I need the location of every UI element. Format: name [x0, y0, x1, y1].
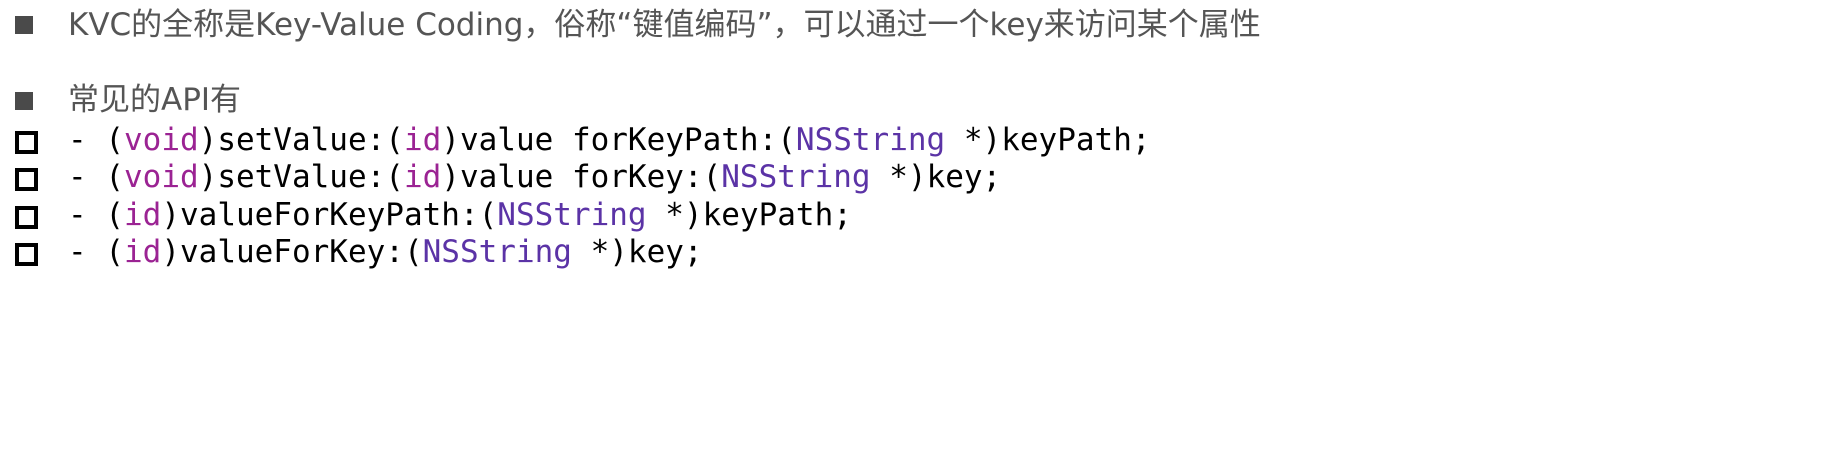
- intro-text: KVC的全称是Key-Value Coding，俗称“键值编码”，可以通过一个k…: [68, 7, 1261, 43]
- code-method-name: )setValue:(: [198, 159, 404, 195]
- api-method-line: - (id)valueForKeyPath:(NSString *)keyPat…: [0, 195, 1828, 235]
- code-param: *)key;: [571, 234, 703, 270]
- code-keyword: id: [124, 197, 162, 233]
- code-method-name: )setValue:(: [198, 122, 404, 158]
- checkbox-square-icon: [15, 131, 38, 154]
- code-class-name: NSString: [721, 159, 871, 195]
- method-signature: - (id)valueForKeyPath:(NSString *)keyPat…: [68, 195, 852, 235]
- code-keyword: id: [403, 122, 442, 158]
- api-method-line: - (void)setValue:(id)value forKeyPath:(N…: [0, 120, 1828, 160]
- code-method-name: )value forKey:(: [441, 159, 722, 195]
- api-method-line: - (id)valueForKey:(NSString *)key;: [0, 232, 1828, 272]
- code-class-name: NSString: [422, 234, 572, 270]
- method-signature: - (id)valueForKey:(NSString *)key;: [68, 232, 703, 272]
- method-signature: - (void)setValue:(id)value forKeyPath:(N…: [68, 120, 1151, 160]
- square-bullet-icon: [15, 92, 33, 110]
- code-method-name: )valueForKeyPath:(: [161, 197, 498, 233]
- api-heading-text: 常见的API有: [68, 82, 242, 118]
- code-keyword: void: [124, 122, 199, 158]
- method-signature: - (void)setValue:(id)value forKey:(NSStr…: [68, 157, 1001, 197]
- checkbox-square-icon: [15, 206, 38, 229]
- code-param: *)keyPath;: [646, 197, 852, 233]
- code-class-name: NSString: [795, 122, 946, 158]
- code-punct: - (: [68, 122, 124, 158]
- checkbox-square-icon: [15, 168, 38, 191]
- checkbox-square-icon: [15, 243, 38, 266]
- code-method-name: )valueForKey:(: [161, 234, 423, 270]
- code-keyword: id: [124, 234, 162, 270]
- code-param: *)key;: [870, 159, 1002, 195]
- api-method-line: - (void)setValue:(id)value forKey:(NSStr…: [0, 157, 1828, 197]
- code-class-name: NSString: [497, 197, 647, 233]
- square-bullet-icon: [15, 16, 33, 34]
- code-param: *)keyPath;: [945, 122, 1151, 158]
- code-punct: - (: [68, 234, 124, 270]
- code-method-name: )value forKeyPath:(: [441, 122, 796, 158]
- code-punct: - (: [68, 197, 124, 233]
- code-punct: - (: [68, 159, 124, 195]
- code-keyword: void: [124, 159, 199, 195]
- code-keyword: id: [403, 159, 442, 195]
